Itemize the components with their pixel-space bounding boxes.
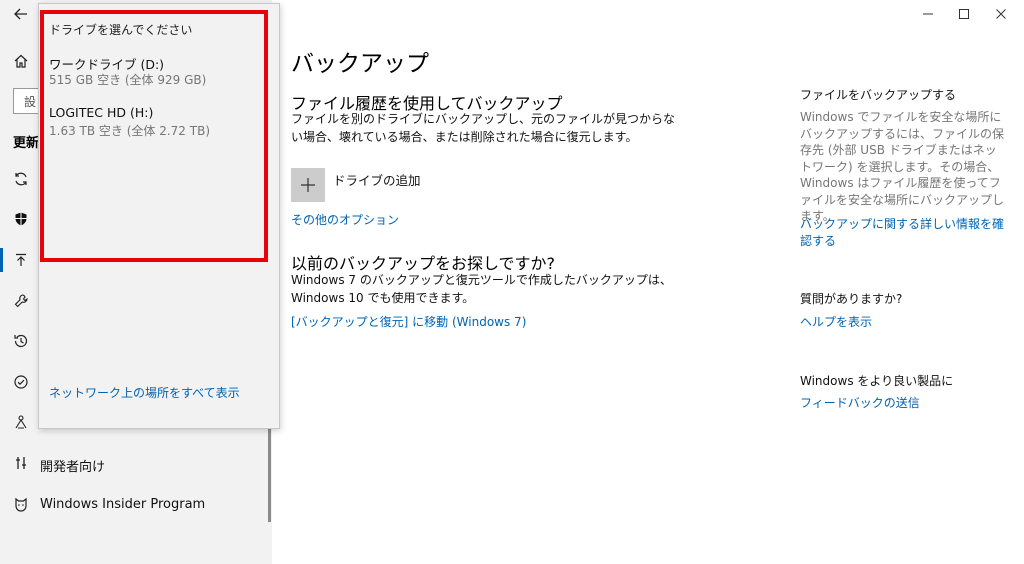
backup-info-link[interactable]: バックアップに関する詳しい情報を確認する xyxy=(800,216,1010,249)
selected-indicator xyxy=(0,248,3,272)
backup-icon[interactable] xyxy=(12,251,30,269)
backup-info-description: Windows でファイルを安全な場所にバックアップするには、ファイルの保存先 … xyxy=(800,110,1005,223)
close-icon xyxy=(996,9,1006,19)
minimize-button[interactable] xyxy=(917,4,939,24)
sidebar-item-insider[interactable]: Windows Insider Program xyxy=(40,497,205,512)
network-locations-link[interactable]: ネットワーク上の場所をすべて表示 xyxy=(49,384,240,401)
shield-icon[interactable] xyxy=(12,210,30,228)
sidebar-scrollbar[interactable] xyxy=(268,428,271,522)
insider-icon[interactable] xyxy=(12,495,30,513)
backup-info-heading: ファイルをバックアップする xyxy=(800,88,957,102)
add-drive-label[interactable]: ドライブの追加 xyxy=(333,170,421,189)
wrench-icon[interactable] xyxy=(12,292,30,310)
add-drive-button[interactable] xyxy=(291,168,325,202)
home-icon[interactable] xyxy=(12,52,30,70)
sidebar-item-developer[interactable]: 開発者向け xyxy=(40,456,105,475)
close-button[interactable] xyxy=(990,4,1012,24)
feedback-link[interactable]: フィードバックの送信 xyxy=(800,395,1010,412)
file-history-description: ファイルを別のドライブにバックアップし、元のファイルが見つからない場合、壊れてい… xyxy=(291,112,676,144)
backup-restore-link[interactable]: [バックアップと復元] に移動 (Windows 7) xyxy=(291,313,526,330)
history-icon[interactable] xyxy=(12,332,30,350)
check-circle-icon[interactable] xyxy=(12,373,30,391)
person-icon[interactable] xyxy=(12,413,30,431)
help-link[interactable]: ヘルプを表示 xyxy=(800,314,1010,331)
maximize-icon xyxy=(959,9,969,19)
search-placeholder: 設 xyxy=(24,95,37,109)
plus-icon xyxy=(301,178,315,192)
question-heading: 質問がありますか? xyxy=(800,292,903,306)
sync-icon[interactable] xyxy=(12,170,30,188)
maximize-button[interactable] xyxy=(953,4,975,24)
other-options-link[interactable]: その他のオプション xyxy=(291,211,399,228)
highlight-box xyxy=(40,10,268,262)
page-title: バックアップ xyxy=(291,51,429,77)
back-arrow-icon[interactable] xyxy=(12,5,30,23)
developer-icon[interactable] xyxy=(12,454,30,472)
older-backup-description: Windows 7 のバックアップと復元ツールで作成したバックアップは、Wind… xyxy=(291,273,672,305)
minimize-icon xyxy=(923,13,933,15)
improve-heading: Windows をより良い製品に xyxy=(800,374,954,388)
section-label: 更新 xyxy=(13,136,40,151)
